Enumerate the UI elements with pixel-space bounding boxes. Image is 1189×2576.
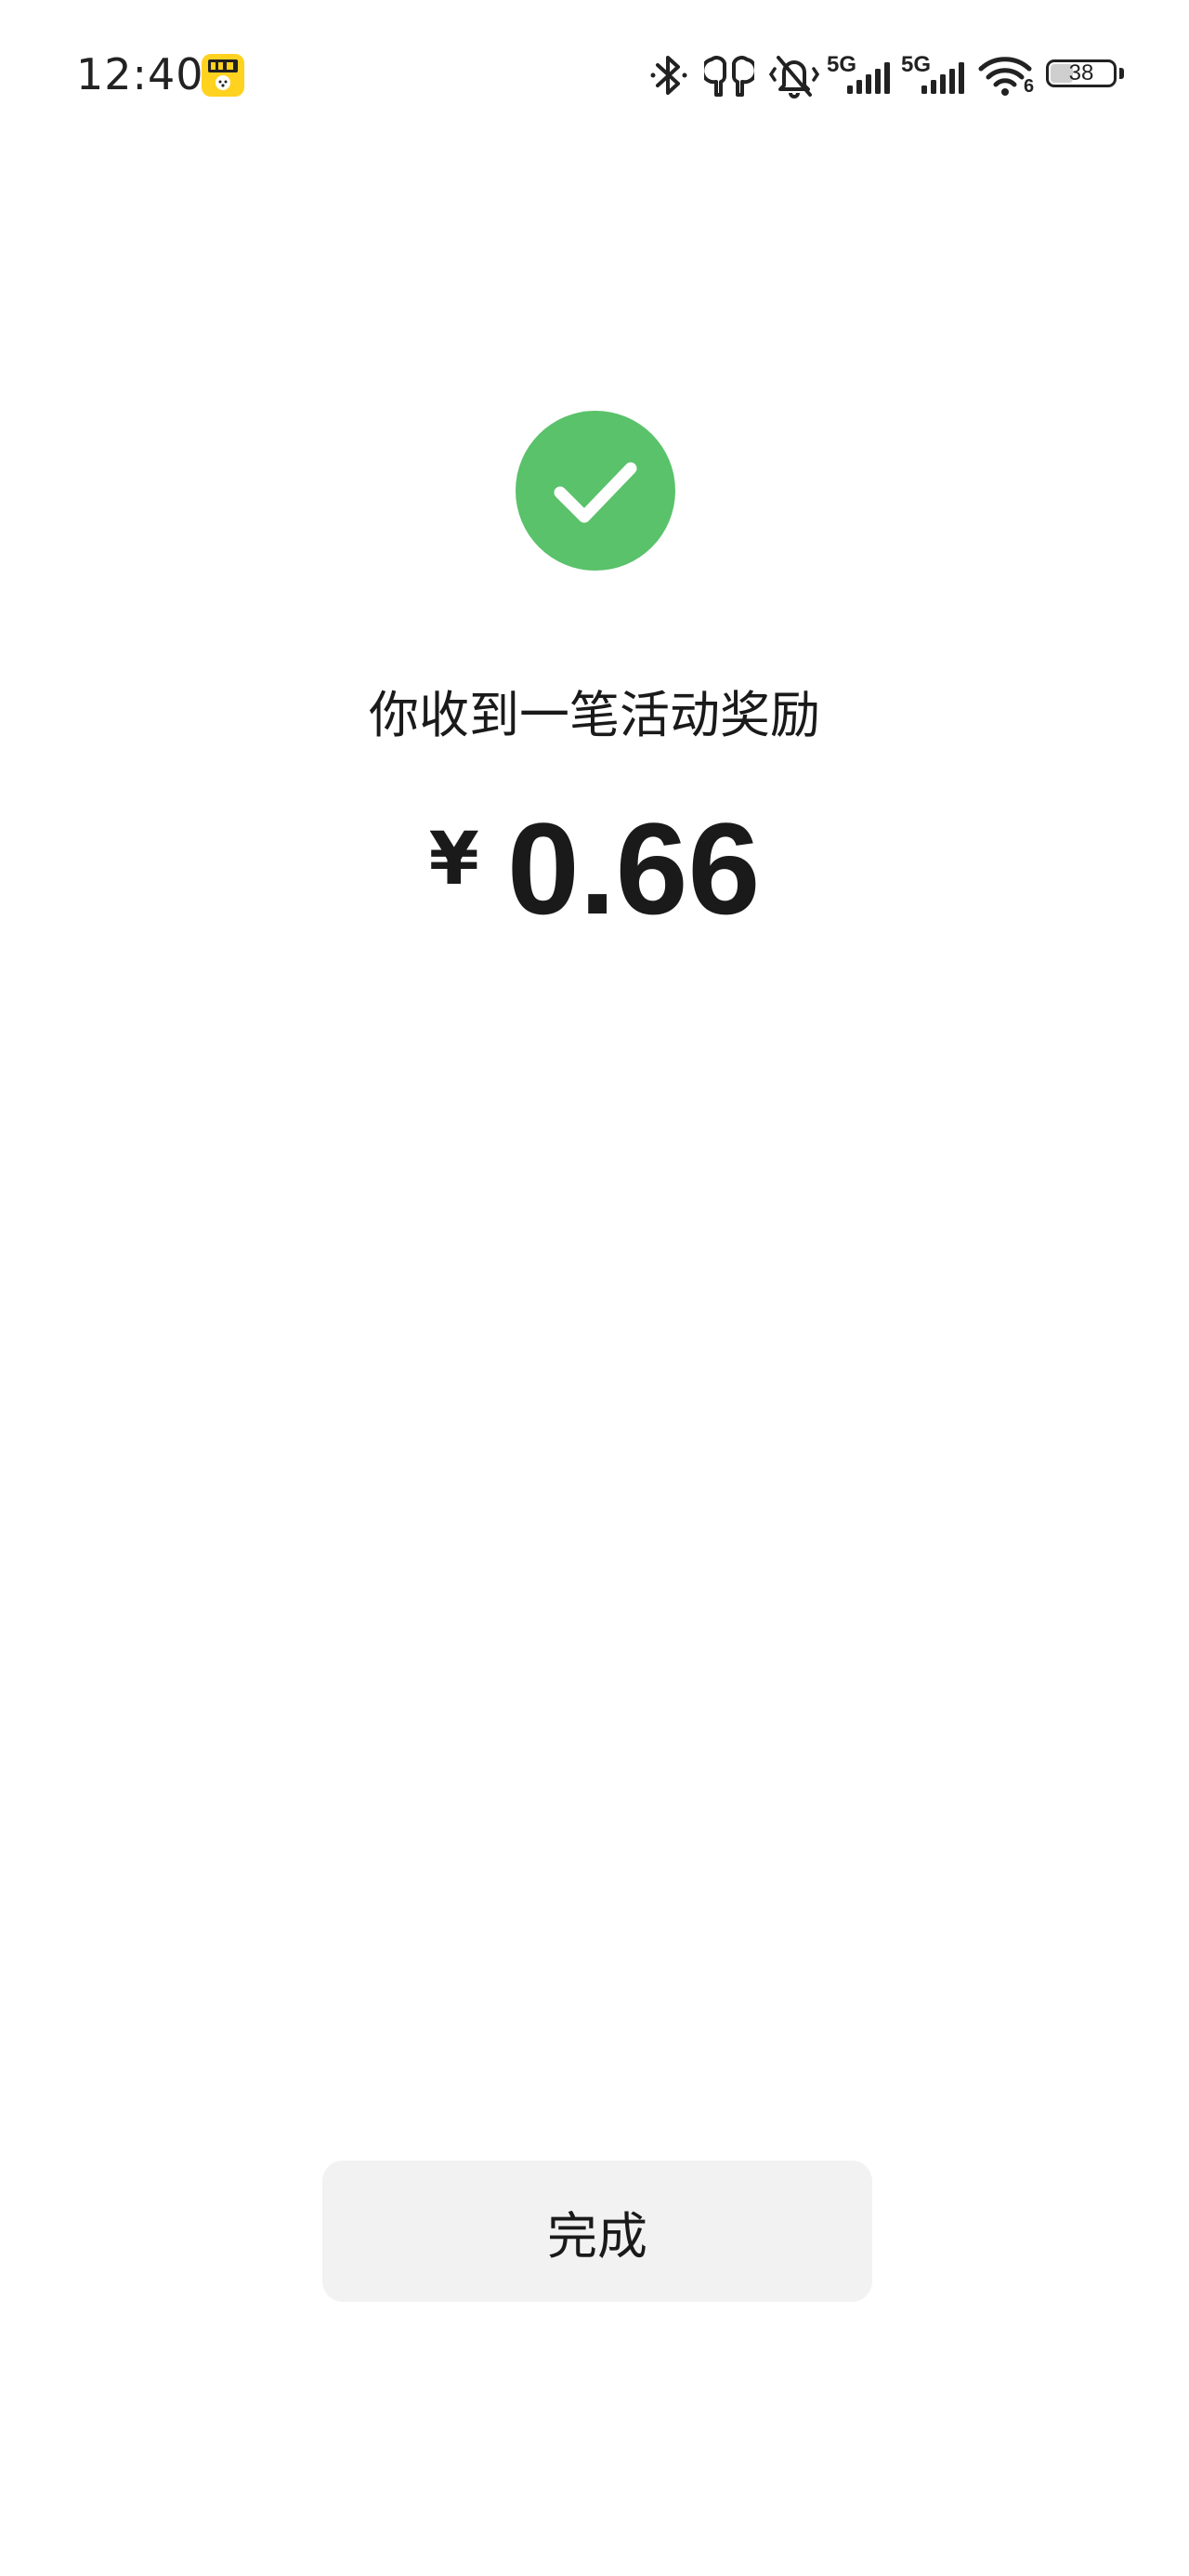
amount-value: 0.66: [506, 795, 761, 941]
signal-icon: 5G: [901, 50, 970, 97]
signal-icon: 5G: [827, 50, 895, 97]
wifi-badge-label: 6: [1024, 76, 1035, 97]
app-badge-icon: [202, 54, 244, 97]
success-check-icon: [516, 411, 675, 571]
vibrate-mute-icon: [767, 50, 821, 104]
status-bar: 12:40 5G 5G 6 38: [0, 0, 1189, 149]
battery-icon: 38: [1046, 59, 1126, 91]
wifi-icon: 6: [977, 52, 1035, 99]
earbuds-icon: [700, 54, 758, 102]
done-button[interactable]: 完成: [322, 2161, 872, 2302]
battery-level: 38: [1068, 60, 1094, 85]
bluetooth-icon: [648, 52, 689, 102]
currency-symbol: ¥: [428, 818, 479, 901]
reward-message: 你收到一笔活动奖励: [369, 686, 820, 744]
status-time: 12:40: [76, 49, 204, 99]
reward-amount: ¥0.66: [0, 799, 1189, 939]
